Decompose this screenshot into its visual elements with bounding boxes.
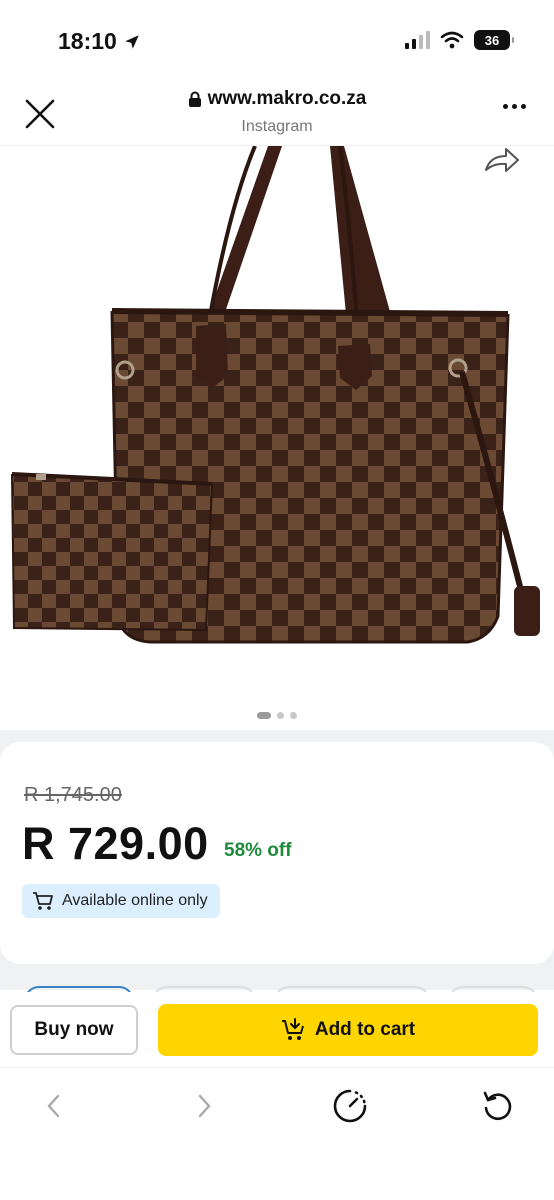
more-icon-dot xyxy=(512,104,517,109)
speed-button[interactable] xyxy=(330,1086,370,1126)
share-button[interactable] xyxy=(484,146,520,174)
browser-bottom-nav xyxy=(0,1068,554,1200)
gauge-icon xyxy=(333,1089,367,1123)
carousel-dot[interactable] xyxy=(290,712,297,719)
status-time: 18:10 xyxy=(58,28,141,55)
share-arrow-icon xyxy=(485,148,519,172)
page-url: www.makro.co.za xyxy=(207,88,367,109)
back-button[interactable] xyxy=(34,1086,74,1126)
carousel-dot[interactable] xyxy=(257,712,271,719)
chevron-left-icon xyxy=(47,1094,60,1118)
battery-icon: 36 xyxy=(474,30,514,50)
old-price: R 1,745.00 xyxy=(24,784,122,806)
chevron-right-icon xyxy=(198,1094,211,1118)
cart-icon xyxy=(33,892,53,910)
availability-badge: Available online only xyxy=(22,884,220,918)
forward-button[interactable] xyxy=(184,1086,224,1126)
reload-icon xyxy=(483,1091,512,1121)
handbag-image xyxy=(11,145,540,644)
reload-button[interactable] xyxy=(478,1086,518,1126)
availability-text: Available online only xyxy=(62,892,208,909)
add-to-cart-icon xyxy=(281,1018,304,1040)
price-card: R 1,745.00 R 729.00 58% off Available on… xyxy=(0,742,554,964)
more-options-button[interactable] xyxy=(503,104,526,109)
add-to-cart-label: Add to cart xyxy=(314,1019,416,1040)
product-image[interactable] xyxy=(0,145,554,730)
wifi-icon xyxy=(440,31,464,49)
cellular-signal-icon xyxy=(405,31,430,49)
current-price: R 729.00 xyxy=(22,818,209,869)
discount-badge: 58% off xyxy=(224,840,292,861)
browser-header: www.makro.co.za Instagram xyxy=(0,80,554,146)
lock-icon xyxy=(188,91,201,107)
status-bar: 18:10 36 xyxy=(0,0,554,80)
action-bar: Buy now Add to cart xyxy=(0,992,554,1068)
carousel-dot[interactable] xyxy=(277,712,284,719)
url-block[interactable]: www.makro.co.za Instagram xyxy=(0,88,554,136)
more-icon-dot xyxy=(503,104,508,109)
status-indicators: 36 xyxy=(405,30,514,50)
carousel-indicators xyxy=(0,712,554,719)
buy-now-button[interactable]: Buy now xyxy=(10,1005,138,1055)
page-source: Instagram xyxy=(241,118,313,135)
clock: 18:10 xyxy=(58,28,117,54)
location-arrow-icon xyxy=(125,34,139,49)
add-to-cart-button[interactable]: Add to cart xyxy=(158,1004,538,1056)
more-icon-dot xyxy=(521,104,526,109)
